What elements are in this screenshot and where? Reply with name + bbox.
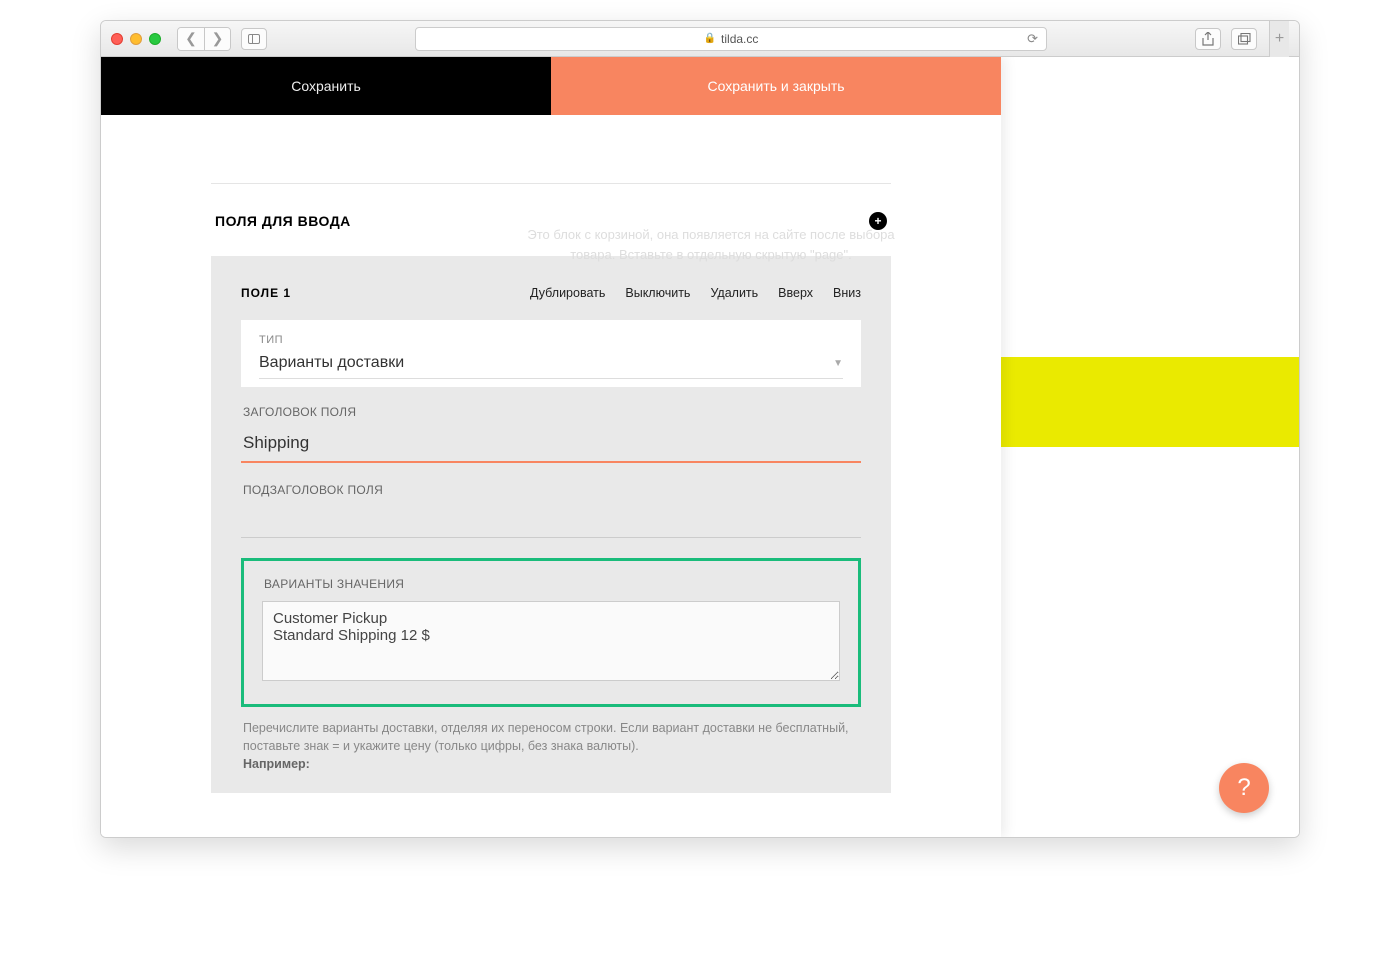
field-actions: Дублировать Выключить Удалить Вверх Вниз (530, 286, 861, 300)
delete-action[interactable]: Удалить (710, 286, 758, 300)
hint-example-label: Например: (243, 757, 310, 771)
close-window-button[interactable] (111, 33, 123, 45)
divider (211, 183, 891, 184)
variants-highlight: ВАРИАНТЫ ЗНАЧЕНИЯ (241, 558, 861, 707)
type-label: ТИП (259, 334, 843, 346)
modal-header: Сохранить Сохранить и закрыть (101, 57, 1001, 115)
fullscreen-window-button[interactable] (149, 33, 161, 45)
address-bar[interactable]: 🔒 tilda.cc ⟳ (415, 27, 1047, 51)
move-down-action[interactable]: Вниз (833, 286, 861, 300)
question-icon: ? (1237, 774, 1250, 802)
tabs-button[interactable] (1231, 28, 1257, 50)
settings-modal: Сохранить Сохранить и закрыть Это блок с… (101, 57, 1001, 837)
share-button[interactable] (1195, 28, 1221, 50)
modal-body: Это блок с корзиной, она появляется на с… (101, 115, 1001, 793)
save-close-button[interactable]: Сохранить и закрыть (551, 57, 1001, 115)
subtitle-label: ПОДЗАГОЛОВОК ПОЛЯ (241, 483, 861, 497)
disable-action[interactable]: Выключить (625, 286, 690, 300)
toolbar-right (1195, 28, 1257, 50)
field-name: ПОЛЕ 1 (241, 286, 530, 300)
nav-arrows: ❮ ❯ (177, 27, 231, 51)
variants-label: ВАРИАНТЫ ЗНАЧЕНИЯ (262, 577, 840, 591)
url-host: tilda.cc (721, 32, 758, 46)
type-block: ТИП Варианты доставки ▼ (241, 320, 861, 387)
title-label: ЗАГОЛОВОК ПОЛЯ (241, 405, 861, 419)
save-button[interactable]: Сохранить (101, 57, 551, 115)
variants-hint: Перечислите варианты доставки, отделяя и… (241, 719, 861, 773)
duplicate-action[interactable]: Дублировать (530, 286, 605, 300)
reload-icon[interactable]: ⟳ (1027, 31, 1038, 47)
back-button[interactable]: ❮ (178, 28, 204, 50)
minimize-window-button[interactable] (130, 33, 142, 45)
field-header: ПОЛЕ 1 Дублировать Выключить Удалить Вве… (241, 286, 861, 300)
title-input[interactable] (241, 429, 861, 463)
help-fab[interactable]: ? (1219, 763, 1269, 813)
hint-line: Перечислите варианты доставки, отделяя и… (243, 721, 849, 753)
sidebar-icon (248, 34, 260, 44)
title-group: ЗАГОЛОВОК ПОЛЯ (241, 405, 861, 463)
window-controls (111, 33, 161, 45)
move-up-action[interactable]: Вверх (778, 286, 813, 300)
new-tab-button[interactable]: + (1269, 21, 1289, 57)
forward-button[interactable]: ❯ (204, 28, 230, 50)
type-select[interactable]: Варианты доставки ▼ (259, 354, 843, 379)
sidebar-toggle-button[interactable] (241, 28, 267, 50)
variants-textarea[interactable] (262, 601, 840, 681)
browser-toolbar: ❮ ❯ 🔒 tilda.cc ⟳ + (101, 21, 1299, 57)
field-panel: ПОЛЕ 1 Дублировать Выключить Удалить Вве… (211, 256, 891, 793)
page-content: Placeholder text s for the Сохранить Сох… (101, 57, 1299, 837)
subtitle-input[interactable] (241, 507, 861, 538)
tabs-icon (1238, 33, 1251, 45)
ghost-hint: Это блок с корзиной, она появляется на с… (511, 225, 911, 264)
type-value: Варианты доставки (259, 354, 404, 372)
lock-icon: 🔒 (704, 33, 716, 44)
yellow-strip (989, 357, 1299, 447)
share-icon (1202, 32, 1214, 46)
subtitle-group: ПОДЗАГОЛОВОК ПОЛЯ (241, 483, 861, 538)
browser-window: ❮ ❯ 🔒 tilda.cc ⟳ + Placeholder text s fo… (100, 20, 1300, 838)
chevron-down-icon: ▼ (833, 358, 843, 369)
section-title: ПОЛЯ ДЛЯ ВВОДА (215, 213, 351, 229)
